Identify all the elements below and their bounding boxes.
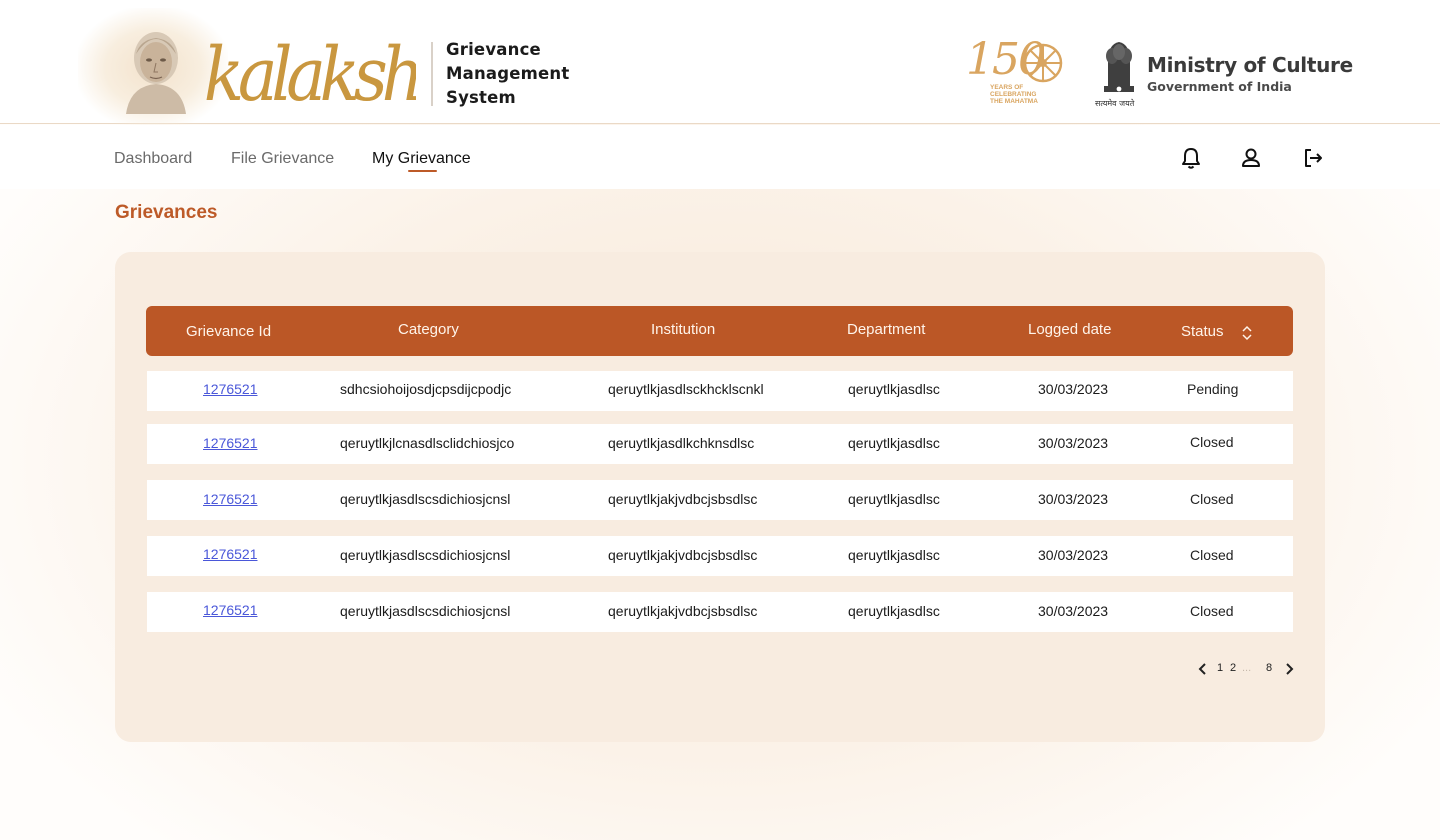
date-cell: 30/03/2023: [1038, 381, 1109, 397]
mahatma-sub-line-2: CELEBRATING: [990, 91, 1037, 98]
column-grievance-id: Grievance Id: [186, 323, 272, 340]
mahatma-subtitle: YEARS OF CELEBRATING THE MAHATMA: [990, 84, 1070, 105]
kalakshetra-logo: kalakshetra: [204, 32, 416, 110]
table-row: 1276521 qeruytlkjasdlscsdichiosjcnsl qer…: [147, 480, 1293, 520]
site-header: kalakshetra Grievance Management System …: [0, 0, 1440, 128]
department-cell: qeruytlkjasdlsc: [848, 603, 940, 619]
mahatma-150-logo: 150 YEARS OF CELEBRATING THE MAHATMA: [966, 36, 1070, 108]
column-institution: Institution: [651, 321, 716, 338]
ministry-subtitle: Government of India: [1147, 79, 1292, 94]
category-cell: qeruytlkjasdlscsdichiosjcnsl: [340, 547, 511, 563]
system-title-line-2: Management: [446, 64, 570, 83]
status-cell: Closed: [1190, 491, 1234, 507]
department-cell: qeruytlkjasdlsc: [848, 491, 940, 507]
nav-my-grievance[interactable]: My Grievance: [372, 150, 471, 168]
brand-script-text: kalakshetra: [204, 32, 416, 110]
national-emblem-icon: सत्यमेव जयते: [1095, 42, 1135, 108]
grievance-id-link[interactable]: 1276521: [203, 435, 258, 451]
column-department: Department: [847, 321, 926, 338]
charkha-icon: [1023, 43, 1063, 83]
chevron-left-icon[interactable]: [1195, 660, 1209, 678]
ministry-name: Ministry of Culture: [1147, 53, 1353, 77]
column-category: Category: [398, 321, 459, 338]
category-cell: qeruytlkjlcnasdlsclidchiosjco: [340, 435, 515, 451]
status-cell: Closed: [1190, 603, 1234, 619]
grievance-id-link[interactable]: 1276521: [203, 546, 258, 562]
nav-dashboard[interactable]: Dashboard: [114, 150, 192, 168]
page-title: Grievances: [115, 202, 218, 223]
date-cell: 30/03/2023: [1038, 547, 1109, 563]
page-ellipsis: ...: [1242, 662, 1252, 674]
department-cell: qeruytlkjasdlsc: [848, 547, 940, 563]
table-row: 1276521 sdhcsiohoijosdjcpsdijcpodjc qeru…: [147, 371, 1293, 411]
bell-icon[interactable]: [1178, 145, 1204, 171]
chevron-right-icon[interactable]: [1283, 660, 1297, 678]
date-cell: 30/03/2023: [1038, 435, 1109, 451]
date-cell: 30/03/2023: [1038, 491, 1109, 507]
column-logged-date: Logged date: [1028, 321, 1112, 338]
emblem-motto: सत्यमेव जयते: [1095, 98, 1135, 108]
system-title-line-3: System: [446, 88, 516, 107]
status-cell: Closed: [1190, 547, 1234, 563]
institution-cell: qeruytlkjakjvdbcjsbsdlsc: [608, 603, 758, 619]
grievance-id-link[interactable]: 1276521: [203, 381, 258, 397]
institution-cell: qeruytlkjasdlkchknsdlsc: [608, 435, 755, 451]
institution-cell: qeruytlkjakjvdbcjsbsdlsc: [608, 491, 758, 507]
category-cell: qeruytlkjasdlscsdichiosjcnsl: [340, 603, 511, 619]
pagination: 1 2 ... 8: [1195, 660, 1299, 678]
column-status[interactable]: Status: [1181, 323, 1224, 340]
table-header: Grievance Id Category Institution Depart…: [146, 306, 1293, 356]
founder-portrait: [126, 32, 186, 114]
grievance-id-link[interactable]: 1276521: [203, 602, 258, 618]
table-row: 1276521 qeruytlkjasdlscsdichiosjcnsl qer…: [147, 536, 1293, 576]
user-icon[interactable]: [1238, 145, 1264, 171]
nav-file-grievance[interactable]: File Grievance: [231, 150, 334, 168]
system-title-line-1: Grievance: [446, 40, 541, 59]
category-cell: sdhcsiohoijosdjcpsdijcpodjc: [340, 381, 512, 397]
logout-icon[interactable]: [1300, 145, 1326, 171]
main-nav: Dashboard File Grievance My Grievance: [0, 125, 1440, 189]
sort-icon[interactable]: [1240, 324, 1254, 342]
table-row: 1276521 qeruytlkjlcnasdlsclidchiosjco qe…: [147, 424, 1293, 464]
mahatma-sub-line-3: THE MAHATMA: [990, 98, 1038, 105]
category-cell: qeruytlkjasdlscsdichiosjcnsl: [340, 491, 511, 507]
grievance-id-link[interactable]: 1276521: [203, 491, 258, 507]
active-tab-indicator: [408, 170, 437, 172]
page-2[interactable]: 2: [1230, 662, 1236, 674]
department-cell: qeruytlkjasdlsc: [848, 381, 940, 397]
institution-cell: qeruytlkjasdlsckhcklscnkl: [608, 381, 764, 397]
status-cell: Closed: [1190, 434, 1234, 450]
department-cell: qeruytlkjasdlsc: [848, 435, 940, 451]
page-8[interactable]: 8: [1266, 662, 1272, 674]
table-row: 1276521 qeruytlkjasdlscsdichiosjcnsl qer…: [147, 592, 1293, 632]
page-1[interactable]: 1: [1217, 662, 1223, 674]
header-divider: [431, 42, 433, 106]
institution-cell: qeruytlkjakjvdbcjsbsdlsc: [608, 547, 758, 563]
system-title: Grievance Management System: [446, 38, 586, 110]
mahatma-sub-line-1: YEARS OF: [990, 84, 1024, 91]
status-cell: Pending: [1187, 381, 1239, 397]
date-cell: 30/03/2023: [1038, 603, 1109, 619]
